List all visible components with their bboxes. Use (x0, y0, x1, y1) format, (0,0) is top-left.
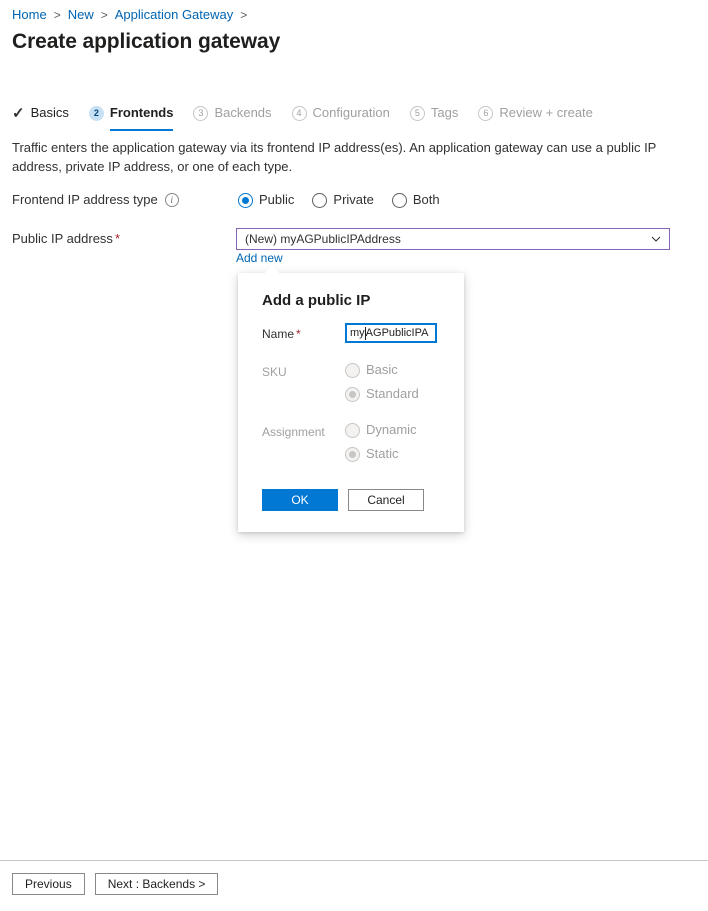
frontend-ip-type-row: Frontend IP address type i Public Privat… (12, 191, 458, 209)
radio-both-label: Both (412, 192, 440, 207)
info-icon[interactable]: i (164, 193, 179, 207)
frontend-ip-type-radio-group: Public Private Both (238, 191, 458, 209)
tab-frontends[interactable]: 2 Frontends (88, 100, 174, 131)
public-ip-address-selected-value: (New) myAGPublicIPAddress (245, 232, 401, 246)
public-ip-name-value-before-caret: my (350, 327, 365, 339)
radio-public[interactable]: Public (238, 191, 294, 209)
frontend-ip-type-label: Frontend IP address type (12, 192, 158, 207)
check-icon: ✓ (12, 104, 25, 122)
breadcrumb-item-new[interactable]: New (68, 6, 94, 24)
tab-tags-label: Tags (430, 105, 459, 120)
tab-frontends-badge: 2 (88, 105, 104, 121)
tab-frontends-label: Frontends (109, 105, 174, 120)
breadcrumb: Home > New > Application Gateway > (12, 6, 254, 24)
radio-private-dot (312, 192, 328, 208)
next-button[interactable]: Next : Backends > (94, 873, 219, 895)
breadcrumb-item-application-gateway[interactable]: Application Gateway (115, 6, 234, 24)
tab-configuration-label: Configuration (312, 105, 390, 120)
frontend-ip-type-label-group: Frontend IP address type i (12, 191, 238, 209)
ok-button[interactable]: OK (262, 489, 338, 511)
callout-actions: OK Cancel (262, 489, 424, 511)
callout-sku-label: SKU (262, 365, 287, 379)
radio-assignment-static-label: Static (366, 446, 399, 461)
tab-backends-badge: 3 (193, 105, 209, 121)
radio-sku-standard-dot (345, 386, 360, 402)
callout-name-label: Name (262, 327, 295, 341)
public-ip-name-input[interactable]: my AGPublicIPA (345, 323, 437, 343)
callout-name-row: Name * my AGPublicIPA (262, 323, 442, 343)
breadcrumb-separator: > (100, 8, 108, 22)
radio-private[interactable]: Private (312, 191, 374, 209)
radio-sku-standard[interactable]: Standard (345, 385, 419, 403)
callout-assignment-label: Assignment (262, 425, 325, 439)
public-ip-address-dropdown[interactable]: (New) myAGPublicIPAddress (236, 228, 670, 250)
required-marker: * (114, 231, 120, 246)
page-title: Create application gateway (12, 30, 281, 53)
tab-basics-label: Basics (30, 105, 69, 120)
radio-assignment-dynamic-label: Dynamic (366, 422, 417, 437)
chevron-down-icon (651, 236, 661, 242)
callout-title: Add a public IP (262, 292, 371, 309)
radio-both-dot (391, 192, 407, 208)
radio-sku-standard-label: Standard (366, 386, 419, 401)
assignment-radio-group: Dynamic Static (345, 421, 417, 463)
tab-tags[interactable]: 5 Tags (409, 100, 459, 131)
previous-button[interactable]: Previous (12, 873, 85, 895)
tab-basics[interactable]: ✓ Basics (12, 100, 69, 131)
wizard-footer: Previous Next : Backends > (12, 873, 219, 895)
footer-divider (0, 860, 708, 861)
radio-assignment-static-dot (345, 446, 360, 462)
public-ip-address-label: Public IP address (12, 231, 113, 246)
breadcrumb-item-home[interactable]: Home (12, 6, 47, 24)
public-ip-address-label-group: Public IP address * (12, 230, 238, 248)
radio-sku-basic-dot (345, 362, 360, 378)
tab-review-create[interactable]: 6 Review + create (478, 100, 593, 131)
breadcrumb-separator: > (53, 8, 61, 22)
radio-public-dot (238, 192, 253, 208)
radio-sku-basic-label: Basic (366, 362, 398, 377)
tab-tags-badge: 5 (409, 105, 425, 121)
radio-both[interactable]: Both (391, 191, 440, 209)
callout-assignment-row: Assignment Dynamic Static (262, 421, 442, 463)
tab-backends[interactable]: 3 Backends (193, 100, 272, 131)
sku-radio-group: Basic Standard (345, 361, 419, 403)
callout-sku-row: SKU Basic Standard (262, 361, 442, 403)
add-new-link[interactable]: Add new (236, 250, 283, 267)
radio-public-label: Public (259, 192, 295, 207)
radio-private-label: Private (333, 192, 374, 207)
tab-configuration-badge: 4 (291, 105, 307, 121)
frontends-description: Traffic enters the application gateway v… (12, 140, 657, 174)
radio-sku-basic[interactable]: Basic (345, 361, 419, 379)
callout-name-label-group: Name * (262, 323, 345, 343)
tab-review-create-label: Review + create (499, 105, 593, 120)
active-tab-indicator (109, 129, 174, 131)
callout-name-required-marker: * (296, 327, 301, 341)
radio-assignment-static[interactable]: Static (345, 445, 417, 463)
add-public-ip-callout: Add a public IP Name * my AGPublicIPA SKU … (238, 273, 464, 532)
public-ip-address-row: Public IP address * (12, 230, 238, 248)
cancel-button[interactable]: Cancel (348, 489, 424, 511)
wizard-tabs: ✓ Basics 2 Frontends 3 Backends 4 Config… (12, 100, 613, 131)
public-ip-name-value-after-caret: AGPublicIPA (365, 327, 429, 339)
tab-review-create-badge: 6 (478, 105, 494, 121)
radio-assignment-dynamic[interactable]: Dynamic (345, 421, 417, 439)
radio-assignment-dynamic-dot (345, 422, 360, 438)
tab-configuration[interactable]: 4 Configuration (291, 100, 390, 131)
tab-backends-label: Backends (214, 105, 272, 120)
breadcrumb-separator: > (240, 8, 248, 22)
